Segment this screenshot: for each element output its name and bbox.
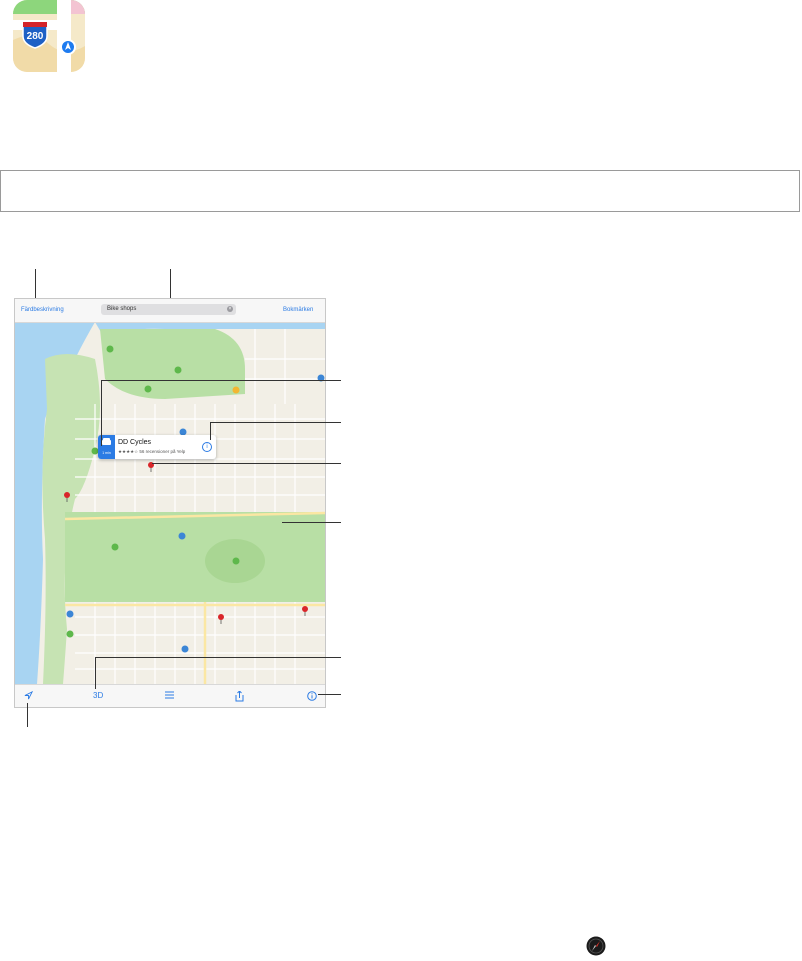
callout-line-map [282, 522, 341, 523]
callout-line-3d-h [95, 657, 341, 658]
callout-line-location [27, 703, 28, 727]
callout-line-drive [101, 380, 102, 446]
callout-line-info-button [318, 694, 341, 695]
place-info-icon[interactable]: i [202, 442, 212, 452]
search-input[interactable]: Bike shops × [101, 304, 236, 315]
ipad-maps-screen: Färdbeskrivning Bike shops × Bokmärken 1… [14, 298, 326, 708]
callout-line-drive-h [101, 380, 341, 381]
maps-app-icon: 280 [13, 0, 85, 72]
bottom-toolbar: 3D [15, 684, 325, 707]
place-callout[interactable]: 1 min DD Cycles ★★★★☆ 56 recensioner på … [98, 435, 216, 459]
info-icon[interactable] [307, 691, 317, 703]
svg-text:280: 280 [27, 31, 44, 42]
clear-search-icon[interactable]: × [227, 306, 233, 312]
directions-button[interactable]: Färdbeskrivning [21, 307, 64, 313]
map-view[interactable] [15, 299, 325, 707]
location-arrow-icon[interactable] [24, 690, 34, 702]
list-icon[interactable] [165, 691, 174, 701]
bookmarks-button[interactable]: Bokmärken [283, 307, 313, 313]
place-rating: ★★★★☆ 56 recensioner på Yelp [118, 449, 186, 454]
three-d-button[interactable]: 3D [93, 691, 103, 700]
callout-line-3d [95, 657, 96, 689]
place-name: DD Cycles [118, 439, 152, 446]
callout-line-info [210, 422, 211, 440]
share-icon[interactable] [235, 690, 244, 704]
note-box [0, 170, 800, 212]
search-input-value: Bike shops [107, 306, 137, 312]
callout-line-pin [152, 463, 341, 464]
drive-time: 1 min [102, 451, 111, 455]
top-toolbar: Färdbeskrivning Bike shops × Bokmärken [15, 299, 325, 323]
callout-line-info-h [210, 422, 341, 423]
compass-icon [586, 936, 606, 956]
